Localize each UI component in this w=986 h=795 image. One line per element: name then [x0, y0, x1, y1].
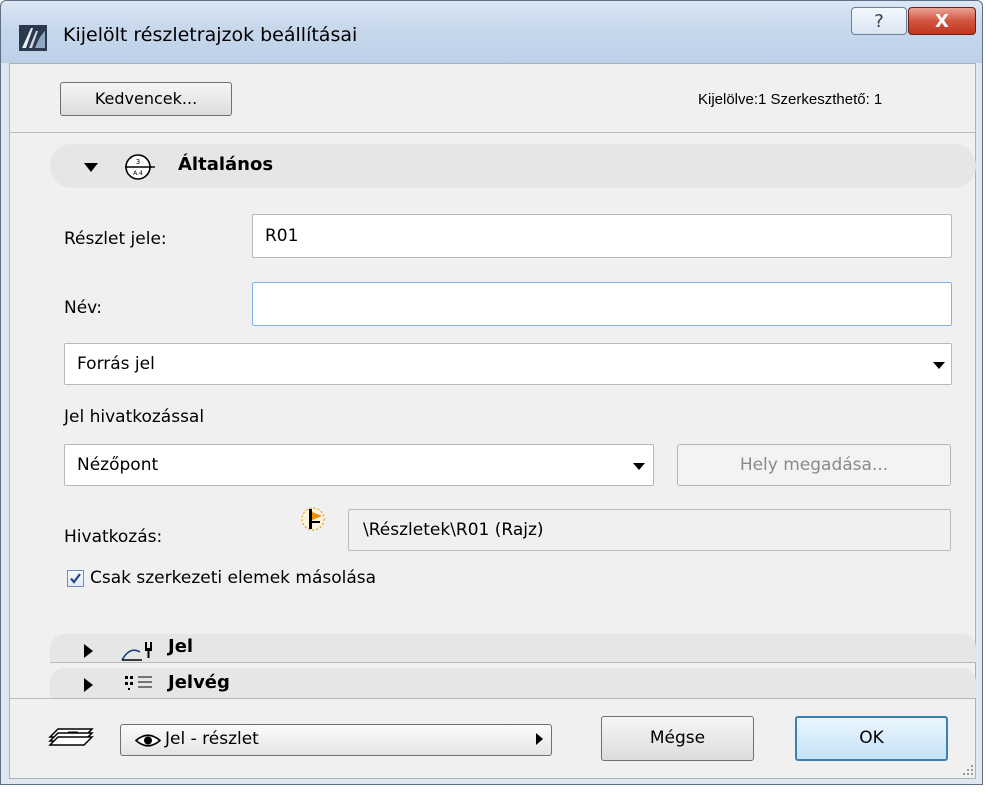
marker-type-select[interactable]: Forrás jel — [64, 343, 952, 385]
dialog-window: Kijelölt részletrajzok beállításai ? X K… — [0, 0, 983, 785]
expand-arrow-icon — [84, 644, 93, 658]
chevron-right-icon — [536, 733, 543, 745]
window-title: Kijelölt részletrajzok beállításai — [63, 24, 358, 46]
expand-arrow-icon — [84, 678, 93, 692]
footer-divider — [10, 698, 975, 699]
marker-end-icon — [125, 676, 152, 690]
name-input[interactable] — [252, 282, 952, 326]
ok-button[interactable]: OK — [795, 716, 948, 761]
layer-select[interactable]: Jel - részlet — [120, 724, 552, 756]
top-divider — [10, 132, 975, 133]
section-title-marker-end: Jelvég — [168, 672, 230, 693]
svg-text:3: 3 — [136, 158, 140, 166]
archicad-app-icon — [19, 25, 47, 51]
viewpoint-value: Nézőpont — [77, 455, 159, 475]
set-location-button: Hely megadása... — [677, 444, 951, 486]
copy-structural-checkbox[interactable] — [67, 570, 84, 587]
section-title-general: Általános — [178, 154, 274, 175]
source-marker-icon — [301, 507, 325, 531]
eye-icon — [135, 734, 161, 747]
section-title-marker: Jel — [168, 636, 194, 657]
reference-marker-label: Jel hivatkozással — [64, 407, 205, 427]
section-header-general[interactable]: 3 A.4 Általános — [50, 144, 976, 188]
name-label: Név: — [64, 298, 103, 318]
section-header-marker-end[interactable]: Jelvég — [50, 668, 976, 698]
section-header-marker[interactable]: Jel — [50, 634, 976, 662]
reference-path-field: \Részletek\R01 (Rajz) — [348, 509, 951, 551]
favorites-button[interactable]: Kedvencek... — [60, 82, 232, 116]
layer-value: Jel - részlet — [165, 729, 259, 749]
marker-type-value: Forrás jel — [77, 354, 155, 374]
selection-status: Kijelölve:1 Szerkeszthető: 1 — [698, 91, 883, 108]
marker-symbol-icon — [121, 642, 152, 661]
layers-icon — [48, 728, 94, 746]
svg-text:A.4: A.4 — [133, 170, 143, 177]
marker-divider — [50, 662, 976, 663]
dialog-content: Kedvencek... Kijelölve:1 Szerkeszthető: … — [9, 63, 976, 779]
detail-id-input[interactable]: R01 — [252, 214, 952, 258]
detail-marker-icon: 3 A.4 — [125, 154, 155, 180]
detail-id-label: Részlet jele: — [64, 229, 167, 249]
resize-grip-icon[interactable] — [962, 764, 974, 776]
collapse-arrow-icon — [84, 163, 98, 172]
chevron-down-icon — [633, 463, 645, 470]
help-button[interactable]: ? — [851, 7, 907, 35]
title-bar[interactable]: Kijelölt részletrajzok beállításai ? X — [1, 1, 982, 63]
viewpoint-select[interactable]: Nézőpont — [64, 444, 654, 486]
cancel-button[interactable]: Mégse — [601, 716, 754, 761]
checkmark-icon — [70, 573, 81, 584]
chevron-down-icon — [933, 362, 945, 369]
close-button[interactable]: X — [908, 7, 976, 35]
copy-structural-label: Csak szerkezeti elemek másolása — [90, 568, 377, 588]
reference-label: Hivatkozás: — [64, 527, 163, 547]
